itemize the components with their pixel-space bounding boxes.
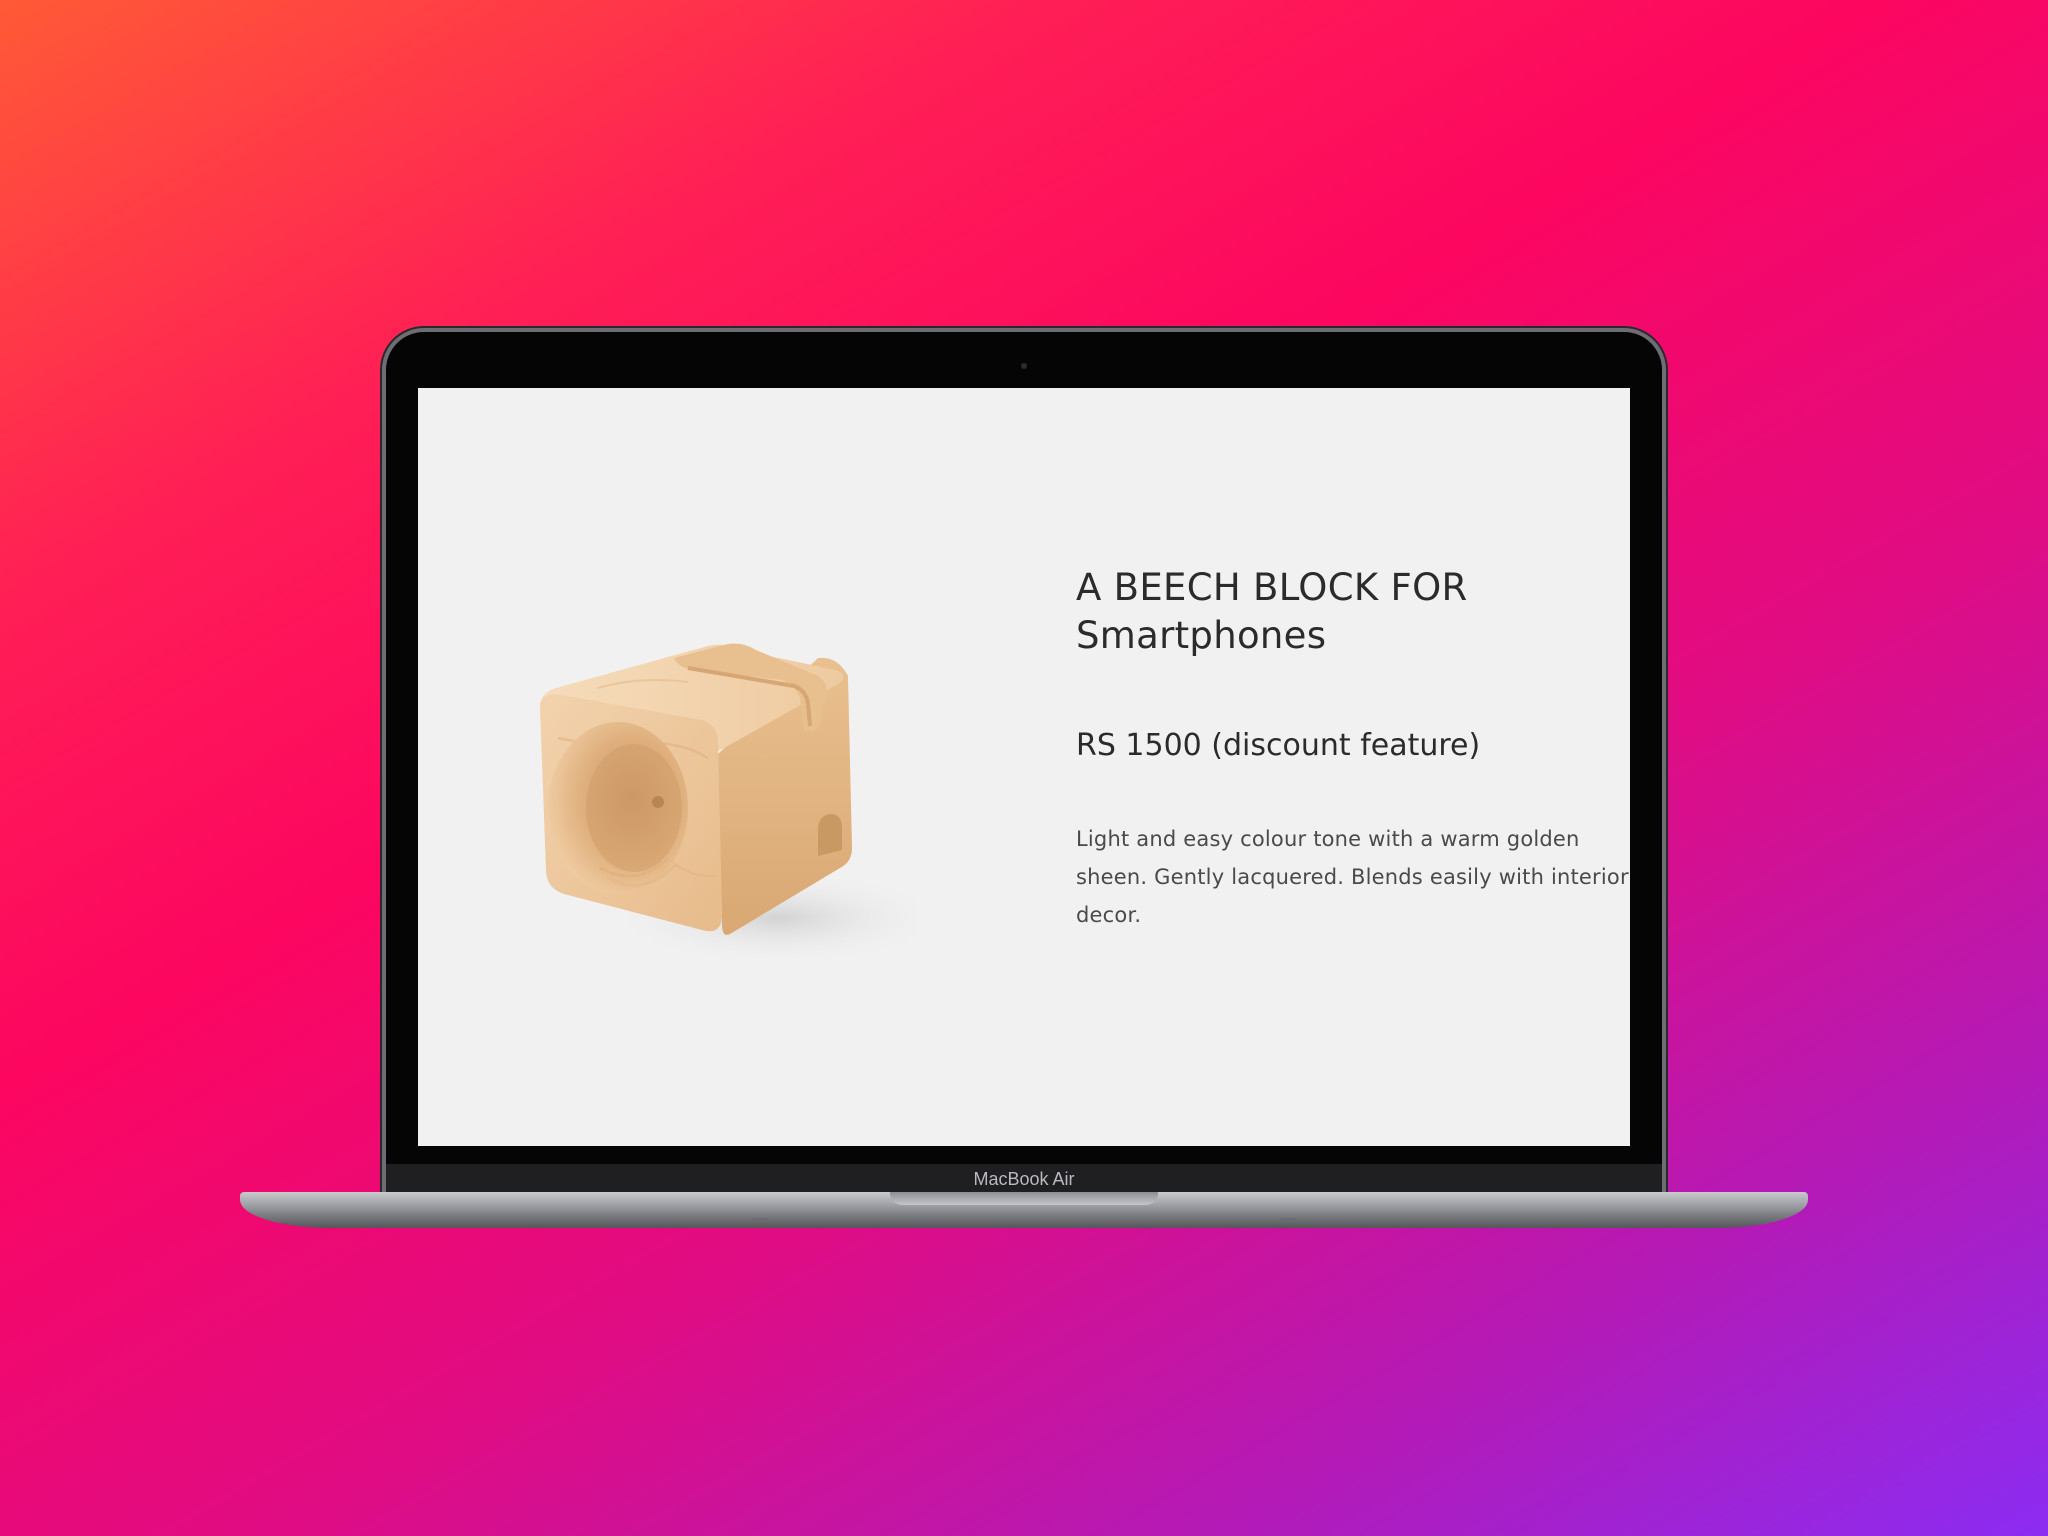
product-info: A BEECH BLOCK FOR Smartphones RS 1500 (d… xyxy=(1076,564,1630,934)
product-title-line1: A BEECH BLOCK FOR xyxy=(1076,566,1468,609)
laptop-foot xyxy=(752,1218,768,1222)
product-image xyxy=(518,558,948,966)
laptop-base xyxy=(240,1192,1808,1228)
wooden-stand-illustration xyxy=(540,643,948,966)
product-title: A BEECH BLOCK FOR Smartphones xyxy=(1076,564,1630,660)
laptop-screen: A BEECH BLOCK FOR Smartphones RS 1500 (d… xyxy=(418,388,1630,1146)
product-price: RS 1500 (discount feature) xyxy=(1076,728,1481,763)
product-description: Light and easy colour tone with a warm g… xyxy=(1076,827,1629,927)
laptop-lid: A BEECH BLOCK FOR Smartphones RS 1500 (d… xyxy=(386,332,1662,1198)
webcam-icon xyxy=(1021,363,1027,369)
product-title-line2: Smartphones xyxy=(1076,614,1327,657)
laptop-foot xyxy=(1280,1218,1296,1222)
device-model-label: MacBook Air xyxy=(973,1169,1075,1189)
lid-opening-notch xyxy=(890,1192,1158,1205)
